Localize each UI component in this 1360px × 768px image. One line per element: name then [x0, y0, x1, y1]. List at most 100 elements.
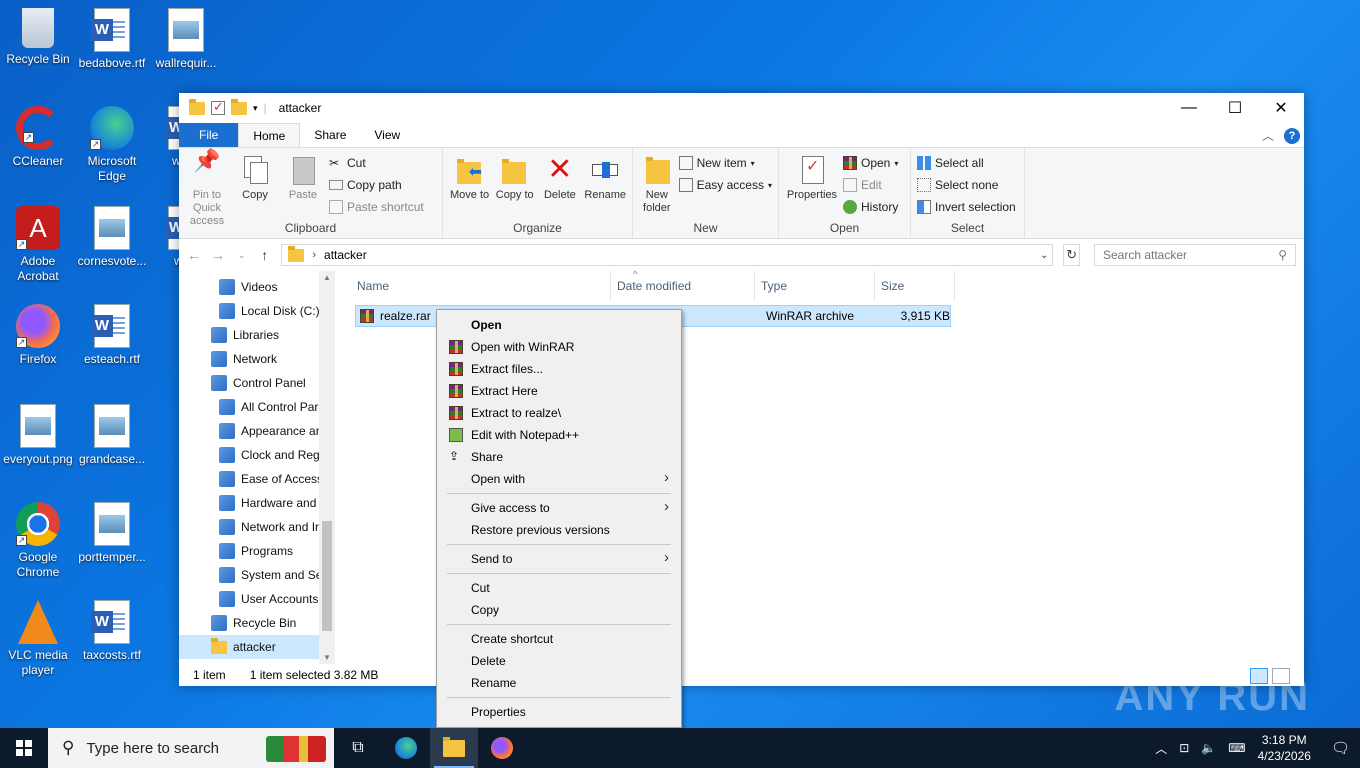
menu-item[interactable]: Cut	[439, 577, 679, 599]
desktop-icon-edge[interactable]: ↗ Microsoft Edge	[74, 106, 150, 184]
nav-item[interactable]: All Control Par	[179, 395, 335, 419]
desktop-icon-esteach[interactable]: esteach.rtf	[74, 304, 150, 367]
nav-item[interactable]: User Accounts	[179, 587, 335, 611]
select-none-button[interactable]: Select none	[917, 176, 1016, 194]
menu-item[interactable]: Copy	[439, 599, 679, 621]
scroll-down-icon[interactable]: ▼	[319, 653, 335, 662]
edit-button[interactable]: Edit	[843, 176, 898, 194]
menu-item[interactable]: Delete	[439, 650, 679, 672]
clock[interactable]: 3:18 PM 4/23/2026	[1258, 732, 1311, 764]
menu-item[interactable]: Send to ›	[439, 548, 679, 570]
scrollbar-thumb[interactable]	[322, 521, 332, 631]
menu-item[interactable]: Properties	[439, 701, 679, 723]
maximize-button[interactable]: ☐	[1212, 93, 1258, 123]
scroll-up-icon[interactable]: ▲	[319, 273, 335, 282]
tab-share[interactable]: Share	[300, 123, 360, 147]
chevron-up-icon[interactable]: ︿	[1155, 740, 1167, 757]
menu-item[interactable]: ⇪ Share	[439, 446, 679, 468]
desktop-icon-grandcase[interactable]: grandcase...	[74, 404, 150, 467]
nav-item[interactable]: Programs	[179, 539, 335, 563]
collapse-ribbon-icon[interactable]: ︿	[1262, 127, 1274, 144]
desktop-icon-taxcosts[interactable]: taxcosts.rtf	[74, 600, 150, 663]
properties-qat-icon[interactable]	[211, 99, 225, 115]
column-name[interactable]: Name	[351, 271, 611, 301]
recent-locations-icon[interactable]: ⌄	[235, 250, 248, 261]
close-button[interactable]: ✕	[1258, 93, 1304, 123]
address-dropdown-icon[interactable]: ⌄	[1040, 250, 1048, 261]
copy-path-button[interactable]: Copy path	[329, 176, 424, 194]
notifications-icon[interactable]: 🗨	[1331, 739, 1350, 757]
desktop-icon-vlc[interactable]: VLC media player	[0, 600, 76, 678]
tab-home[interactable]: Home	[238, 123, 301, 147]
nav-item[interactable]: Appearance an	[179, 419, 335, 443]
nav-item[interactable]: Libraries	[179, 323, 335, 347]
details-view-icon[interactable]	[1250, 668, 1268, 684]
forward-arrow-icon[interactable]: →	[211, 247, 225, 263]
desktop-icon-firefox[interactable]: ↗ Firefox	[0, 304, 76, 367]
minimize-button[interactable]: —	[1166, 93, 1212, 123]
menu-item[interactable]: Open	[439, 314, 679, 336]
easy-access-button[interactable]: Easy access ▾	[678, 176, 772, 194]
address-path[interactable]: attacker	[324, 248, 367, 262]
task-view-button[interactable]: ⧉	[334, 728, 382, 768]
menu-item[interactable]: Give access to ›	[439, 497, 679, 519]
desktop-icon-recycle-bin[interactable]: Recycle Bin	[0, 8, 76, 67]
nav-item[interactable]: Network and Ir	[179, 515, 335, 539]
nav-item[interactable]: Control Panel	[179, 371, 335, 395]
menu-item[interactable]: Edit with Notepad++	[439, 424, 679, 446]
desktop-icon-acrobat[interactable]: A ↗ Adobe Acrobat	[0, 206, 76, 284]
nav-item[interactable]: System and Sec	[179, 563, 335, 587]
menu-item[interactable]: Open with ›	[439, 468, 679, 490]
menu-item[interactable]: Extract files...	[439, 358, 679, 380]
column-size[interactable]: Size	[875, 271, 955, 301]
network-icon[interactable]: ⊡	[1179, 741, 1189, 755]
new-folder-qat-icon[interactable]	[231, 98, 247, 115]
taskbar-edge[interactable]	[382, 728, 430, 768]
desktop-icon-everyout[interactable]: everyout.png	[0, 404, 76, 467]
keyboard-icon[interactable]: ⌨	[1228, 741, 1245, 755]
refresh-button[interactable]: ↻	[1063, 244, 1080, 266]
title-bar[interactable]: ▾ | attacker — ☐ ✕	[179, 93, 1304, 123]
tab-file[interactable]: File	[179, 123, 239, 147]
nav-item[interactable]: Videos	[179, 275, 335, 299]
back-arrow-icon[interactable]: ←	[187, 247, 201, 263]
open-button[interactable]: Open ▾	[843, 154, 898, 172]
nav-item[interactable]: Ease of Access	[179, 467, 335, 491]
start-button[interactable]	[0, 728, 48, 768]
tab-view[interactable]: View	[360, 123, 414, 147]
nav-item[interactable]: Network	[179, 347, 335, 371]
desktop-icon-porttemper[interactable]: porttemper...	[74, 502, 150, 565]
nav-item[interactable]: attacker	[179, 635, 335, 659]
address-bar[interactable]: › attacker ⌄	[281, 244, 1054, 266]
volume-icon[interactable]: 🔈	[1201, 741, 1216, 755]
qat-dropdown-icon[interactable]: ▾	[253, 103, 258, 114]
desktop-icon-ccleaner[interactable]: ↗ CCleaner	[0, 106, 76, 169]
column-type[interactable]: Type	[755, 271, 875, 301]
menu-item[interactable]: Restore previous versions	[439, 519, 679, 541]
select-all-button[interactable]: Select all	[917, 154, 1016, 172]
history-button[interactable]: History	[843, 198, 898, 216]
invert-selection-button[interactable]: Invert selection	[917, 198, 1016, 216]
nav-item[interactable]: Clock and Regi	[179, 443, 335, 467]
nav-scrollbar[interactable]: ▲ ▼	[319, 271, 335, 664]
nav-item[interactable]: Local Disk (C:)	[179, 299, 335, 323]
desktop-icon-cornesvote[interactable]: cornesvote...	[74, 206, 150, 269]
desktop-icon-bedabove[interactable]: bedabove.rtf	[74, 8, 150, 71]
menu-item[interactable]: Create shortcut	[439, 628, 679, 650]
taskbar-firefox[interactable]	[478, 728, 526, 768]
cut-button[interactable]: ✂ Cut	[329, 154, 424, 172]
desktop-icon-wallrequir[interactable]: wallrequir...	[148, 8, 224, 71]
nav-item[interactable]: Hardware and	[179, 491, 335, 515]
taskbar-search-box[interactable]: ⚲ Type here to search	[48, 728, 334, 768]
up-arrow-icon[interactable]: ↑	[258, 247, 271, 263]
search-input[interactable]: Search attacker ⚲	[1093, 244, 1296, 266]
help-icon[interactable]: ?	[1284, 127, 1300, 144]
menu-item[interactable]: Open with WinRAR	[439, 336, 679, 358]
taskbar-file-explorer[interactable]	[430, 728, 478, 768]
new-item-button[interactable]: New item ▾	[678, 154, 772, 172]
desktop-icon-chrome[interactable]: ↗ Google Chrome	[0, 502, 76, 580]
nav-item[interactable]: Recycle Bin	[179, 611, 335, 635]
menu-item[interactable]: Extract Here	[439, 380, 679, 402]
chevron-right-icon[interactable]: ›	[312, 249, 316, 261]
paste-shortcut-button[interactable]: Paste shortcut	[329, 198, 424, 216]
